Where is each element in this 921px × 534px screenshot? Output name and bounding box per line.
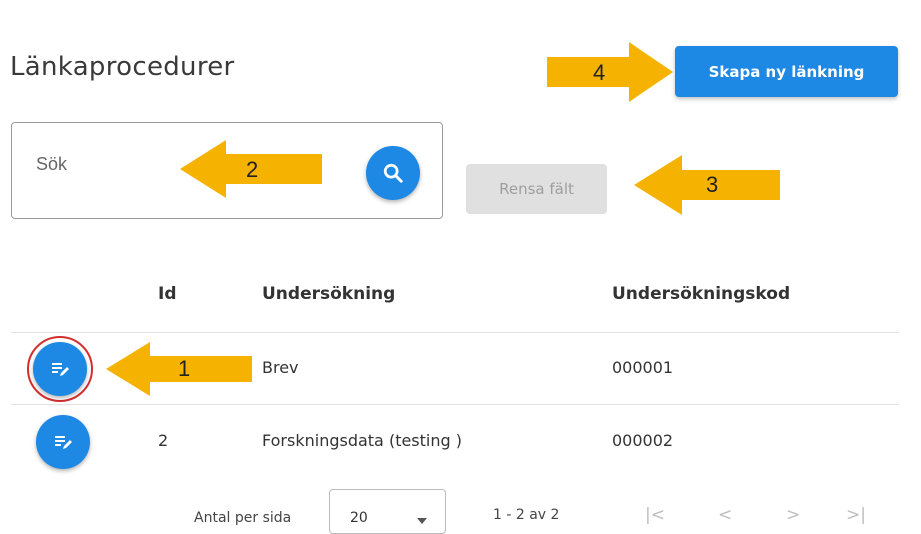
cell-exam-code: 000001 <box>612 358 674 377</box>
edit-button[interactable] <box>36 415 90 469</box>
column-header-exam[interactable]: Undersökning <box>262 284 395 304</box>
next-page-button[interactable]: > <box>786 505 800 525</box>
caret-down-icon <box>417 518 427 524</box>
annotation-arrow-4: 4 <box>547 42 673 102</box>
annotation-number-1: 1 <box>178 356 191 381</box>
annotation-number-4: 4 <box>593 60 606 85</box>
column-header-exam-code[interactable]: Undersökningskod <box>612 284 790 304</box>
search-button[interactable] <box>366 146 420 200</box>
cell-exam: Brev <box>262 358 299 377</box>
annotation-number-3: 3 <box>706 172 719 197</box>
annotation-arrow-3: 3 <box>634 155 780 215</box>
create-link-button[interactable]: Skapa ny länkning <box>675 46 898 97</box>
edit-list-icon <box>52 363 69 376</box>
per-page-label: Antal per sida <box>194 510 292 526</box>
column-header-id[interactable]: Id <box>158 284 177 304</box>
search-icon <box>383 163 403 183</box>
edit-button[interactable] <box>33 342 87 396</box>
previous-page-button[interactable]: < <box>718 505 732 525</box>
cell-exam-code: 000002 <box>612 431 674 450</box>
edit-list-icon <box>55 436 72 449</box>
page-title: Länkaprocedurer <box>10 52 235 82</box>
annotation-arrow-1: 1 <box>106 342 252 396</box>
clear-fields-button[interactable]: Rensa fält <box>466 164 607 214</box>
annotation-arrow-2: 2 <box>180 140 322 198</box>
row-divider <box>11 332 899 333</box>
cell-id: 2 <box>158 431 169 450</box>
cell-exam: Forskningsdata (testing ) <box>262 431 462 450</box>
per-page-select[interactable]: 20 <box>329 489 446 534</box>
annotation-number-2: 2 <box>246 157 259 182</box>
row-divider <box>11 404 899 405</box>
page-range: 1 - 2 av 2 <box>493 507 560 523</box>
per-page-value: 20 <box>350 510 368 526</box>
last-page-button[interactable]: >| <box>846 505 866 525</box>
first-page-button[interactable]: |< <box>645 505 665 525</box>
